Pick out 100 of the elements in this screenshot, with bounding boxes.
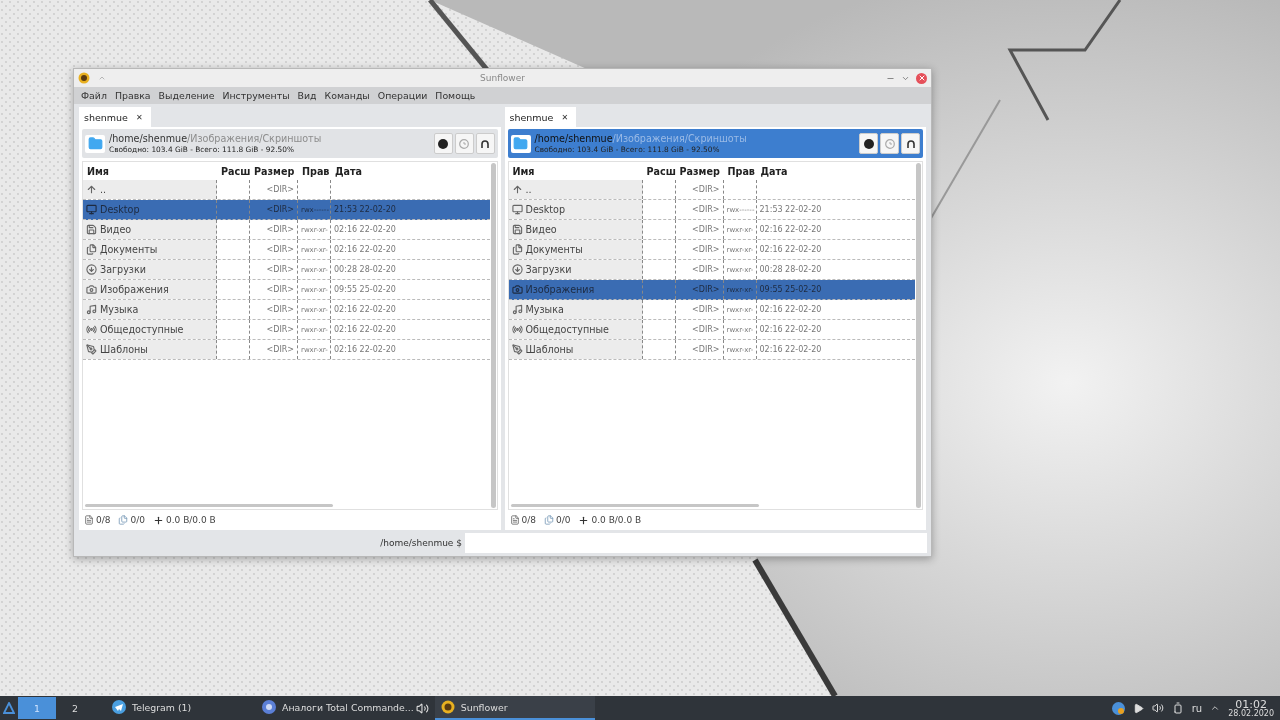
file-count: 0/0 (556, 515, 571, 525)
camera-icon (86, 284, 97, 295)
selected-size: 0.0 B/0.0 B (591, 515, 642, 525)
clock-date: 28.02.2020 (1228, 709, 1274, 718)
directory-count: 0/8 (521, 515, 536, 525)
volume-icon[interactable] (1151, 702, 1164, 714)
path-text: /home/shenmue/Изображения/Скриншоты (534, 133, 747, 144)
arch-icon (905, 138, 916, 149)
sunflower-icon (78, 72, 90, 84)
column-header[interactable]: Расш (217, 165, 250, 177)
column-header[interactable]: Прав (723, 165, 757, 177)
tray-expand-icon[interactable] (1210, 703, 1221, 713)
monitor-icon (511, 204, 523, 215)
file-size: <DIR> (266, 305, 294, 314)
pen-icon (511, 344, 523, 355)
battery-icon[interactable] (1171, 702, 1184, 714)
column-header[interactable]: Размер (250, 165, 298, 177)
folder-icon (513, 136, 528, 151)
file-name: Документы (525, 244, 583, 255)
broadcast-icon (511, 324, 523, 335)
file-size: <DIR> (692, 345, 720, 354)
close-button[interactable] (916, 72, 927, 84)
horizontal-scrollbar[interactable] (85, 504, 334, 507)
horizontal-scrollbar[interactable] (510, 504, 759, 507)
file-name: Загрузки (525, 264, 572, 275)
selected-size: 0.0 B/0.0 B (165, 515, 216, 525)
folder-icon (87, 136, 103, 151)
clock-icon (884, 138, 895, 149)
panel-tab[interactable]: shenmue ✕ (504, 107, 577, 127)
browser-icon (262, 700, 276, 714)
dot-icon (863, 138, 874, 149)
file-size: <DIR> (266, 185, 294, 194)
file-date: 00:28 28-02-20 (759, 265, 822, 274)
panel-tab[interactable]: shenmue ✕ (79, 107, 151, 127)
triangle-icon (3, 702, 15, 714)
file-name: Видео (525, 224, 557, 235)
menu-item[interactable]: Инструменты (219, 90, 293, 101)
up-arrow-icon (511, 184, 523, 195)
file-size: <DIR> (692, 305, 720, 314)
column-header[interactable]: Размер (675, 165, 724, 177)
column-header[interactable]: Имя (508, 165, 643, 177)
taskbar-task[interactable]: Аналоги Total Commande... (256, 696, 420, 720)
documents-icon (86, 244, 97, 255)
plus-icon (578, 514, 590, 526)
file-name: Изображения (100, 284, 169, 295)
plus-icon (152, 514, 164, 526)
menu-item[interactable]: Команды (321, 90, 373, 101)
path-text: /home/shenmue/Изображения/Скриншоты (109, 133, 322, 144)
pen-icon (86, 344, 97, 355)
command-input[interactable] (465, 533, 927, 553)
file-size: <DIR> (266, 325, 294, 334)
play-icon[interactable] (1132, 702, 1144, 714)
column-header[interactable]: Имя (83, 165, 217, 177)
file-name: Шаблоны (100, 344, 148, 355)
music-note-icon (86, 304, 97, 315)
menu-item[interactable]: Помощь (432, 90, 479, 101)
menu-item[interactable]: Выделение (155, 90, 218, 101)
taskbar-task[interactable]: Telegram (1) (106, 696, 256, 720)
menu-item[interactable]: Правка (111, 90, 154, 101)
file-name: Desktop (525, 204, 566, 215)
camera-icon (511, 284, 523, 295)
mounts-button[interactable] (475, 133, 495, 154)
column-header[interactable]: Прав (298, 165, 331, 177)
file-size: <DIR> (266, 265, 294, 274)
file-size: <DIR> (266, 205, 294, 214)
file-name: Общедоступные (100, 324, 184, 335)
file-count: 0/0 (130, 515, 145, 525)
column-header[interactable]: Дата (756, 165, 915, 177)
file-size: <DIR> (266, 345, 294, 354)
file-date: 02:16 22-02-20 (334, 345, 396, 354)
column-header[interactable]: Расш (642, 165, 676, 177)
file-name: Документы (100, 244, 158, 255)
file-size: <DIR> (266, 285, 294, 294)
clock-time: 01:02 (1235, 698, 1267, 710)
files-icon (118, 515, 129, 525)
scrollbar-thumb[interactable] (490, 163, 496, 508)
file-date: 02:16 22-02-20 (759, 325, 822, 334)
file-date: 09:55 25-02-20 (334, 285, 396, 294)
column-header[interactable]: Дата (331, 165, 490, 177)
network-icon[interactable] (1111, 701, 1125, 715)
keyboard-layout[interactable]: ru (1191, 702, 1203, 714)
menu-item[interactable]: Файл (78, 90, 110, 101)
scrollbar-thumb[interactable] (916, 163, 921, 508)
terminal-button[interactable] (433, 133, 453, 154)
file-row[interactable]: .. <DIR> (508, 180, 915, 200)
file-date: 02:16 22-02-20 (334, 305, 396, 314)
file-date: 02:16 22-02-20 (759, 345, 822, 354)
download-icon (86, 264, 97, 275)
terminal-button[interactable] (859, 133, 878, 154)
taskbar-task[interactable]: Sunflower (434, 696, 595, 720)
documents-icon (511, 244, 523, 255)
speaker-icon (415, 701, 429, 715)
file-name: Desktop (100, 204, 140, 215)
menu-item[interactable]: Операции (374, 90, 431, 101)
file-size: <DIR> (692, 285, 720, 294)
menu-item[interactable]: Вид (294, 90, 320, 101)
mounts-button[interactable] (901, 133, 920, 154)
file-date: 21:53 22-02-20 (334, 205, 396, 214)
workspace-button[interactable]: 2 (56, 697, 94, 719)
file-date: 02:16 22-02-20 (759, 305, 822, 314)
